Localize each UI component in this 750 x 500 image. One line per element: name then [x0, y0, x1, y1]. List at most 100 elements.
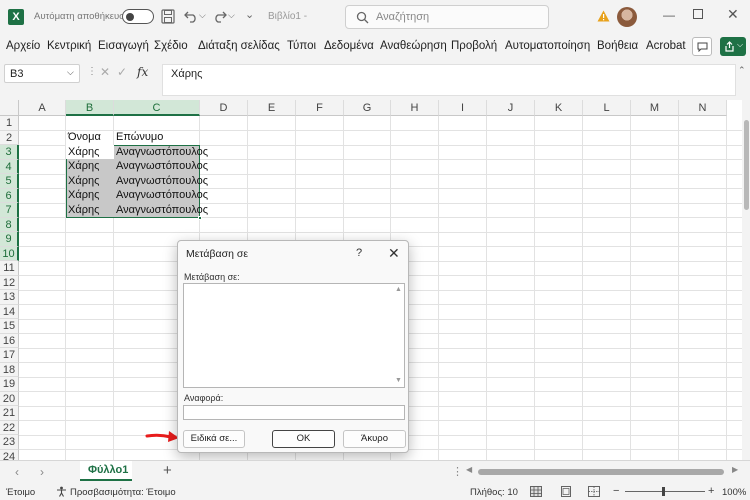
vertical-scrollbar[interactable] [742, 100, 750, 460]
column-header[interactable]: H [391, 100, 439, 116]
row-header[interactable]: 2 [0, 130, 19, 145]
row-header[interactable]: 16 [0, 333, 19, 348]
column-header[interactable]: M [631, 100, 679, 116]
tab-review[interactable]: Αναθεώρηση [380, 40, 447, 52]
undo-icon[interactable] [183, 9, 199, 23]
insert-function-icon[interactable]: fx [137, 65, 148, 79]
customize-toolbar-icon[interactable]: ⌄ [245, 8, 254, 21]
ok-button[interactable]: OK [272, 430, 335, 448]
close-window-icon[interactable]: ✕ [727, 6, 739, 23]
row-header[interactable]: 18 [0, 362, 19, 377]
scroll-right-icon[interactable]: ▶ [732, 465, 738, 474]
column-header[interactable]: N [679, 100, 727, 116]
zoom-in-icon[interactable]: + [708, 485, 714, 497]
cell-first-name[interactable]: Χάρης [66, 188, 99, 203]
row-header[interactable]: 15 [0, 319, 19, 334]
scroll-up-icon[interactable]: ▲ [395, 286, 402, 293]
tab-help[interactable]: Βοήθεια [597, 40, 638, 52]
formula-input[interactable]: Χάρης [162, 64, 736, 96]
cell-last-name[interactable]: Αναγνωστόπουλος [114, 188, 208, 203]
row-header[interactable]: 19 [0, 377, 19, 392]
column-header[interactable]: E [248, 100, 296, 116]
special-button[interactable]: Ειδικά σε... [183, 430, 245, 448]
row-header[interactable]: 14 [0, 304, 19, 319]
row-header[interactable]: 8 [0, 217, 19, 232]
row-header[interactable]: 24 [0, 449, 19, 460]
page-break-preview-icon[interactable] [588, 486, 600, 497]
row-header[interactable]: 6 [0, 188, 19, 203]
column-header[interactable]: F [296, 100, 344, 116]
sheet-tab-active[interactable]: Φύλλο1 [80, 461, 132, 481]
close-dialog-icon[interactable]: ✕ [388, 245, 400, 262]
reference-input[interactable] [183, 405, 405, 420]
zoom-level[interactable]: 100% [722, 487, 746, 498]
tab-view[interactable]: Προβολή [451, 40, 497, 52]
user-avatar[interactable] [617, 7, 637, 27]
cell-first-name[interactable]: Χάρης [66, 159, 99, 174]
cell-first-name[interactable]: Χάρης [66, 174, 99, 189]
tab-data[interactable]: Δεδομένα [324, 40, 374, 52]
horizontal-scrollbar[interactable] [478, 469, 724, 475]
scroll-down-icon[interactable]: ▼ [395, 377, 402, 384]
row-header[interactable]: 17 [0, 348, 19, 363]
row-header[interactable]: 22 [0, 420, 19, 435]
tab-home[interactable]: Κεντρική [47, 40, 91, 52]
warning-icon[interactable] [597, 10, 610, 22]
normal-view-icon[interactable] [530, 486, 542, 497]
column-header[interactable]: C [114, 100, 200, 116]
tab-page-layout[interactable]: Διάταξη σελίδας [198, 40, 280, 52]
row-header[interactable]: 10 [0, 246, 19, 261]
cell-last-name[interactable]: Αναγνωστόπουλος [114, 174, 208, 189]
row-header[interactable]: 20 [0, 391, 19, 406]
status-accessibility[interactable]: Προσβασιμότητα: Έτοιμο [70, 487, 176, 498]
column-header[interactable]: G [344, 100, 391, 116]
cell-first-name[interactable]: Χάρης [66, 203, 99, 218]
tab-acrobat[interactable]: Acrobat [646, 40, 686, 52]
column-header[interactable]: K [535, 100, 583, 116]
zoom-slider-thumb[interactable] [662, 487, 665, 496]
tab-automate[interactable]: Αυτοματοποίηση [505, 40, 590, 52]
cancel-button[interactable]: Άκυρο [343, 430, 406, 448]
tab-draw[interactable]: Σχέδιο [154, 40, 188, 52]
tab-insert[interactable]: Εισαγωγή [98, 40, 149, 52]
cell-first-name[interactable]: Χάρης [66, 145, 99, 160]
column-header[interactable]: A [19, 100, 66, 116]
next-sheet-icon[interactable]: › [40, 465, 44, 479]
cancel-entry-icon[interactable]: ✕ [100, 65, 110, 79]
row-header[interactable]: 7 [0, 203, 19, 218]
column-header[interactable]: L [583, 100, 631, 116]
search-box[interactable]: Αναζήτηση [345, 5, 549, 29]
goto-list[interactable]: ▲ ▼ [183, 283, 405, 388]
name-box[interactable]: B3 ⌵ [4, 64, 80, 83]
tab-formulas[interactable]: Τύποι [287, 40, 316, 52]
prev-sheet-icon[interactable]: ‹ [15, 465, 19, 479]
minimize-icon[interactable]: — [663, 8, 675, 22]
more-options-icon[interactable]: ⋮ [87, 66, 97, 77]
tab-split-handle-icon[interactable]: ⋮ [452, 465, 463, 478]
page-layout-icon[interactable] [560, 486, 572, 497]
row-header[interactable]: 4 [0, 159, 19, 174]
autosave-toggle[interactable] [122, 9, 154, 24]
accessibility-icon[interactable] [56, 486, 67, 497]
column-header[interactable]: I [439, 100, 487, 116]
row-header[interactable]: 11 [0, 261, 19, 276]
row-header[interactable]: 3 [0, 145, 19, 160]
collapse-formula-bar-icon[interactable]: ⌃ [738, 65, 746, 76]
confirm-entry-icon[interactable]: ✓ [117, 65, 127, 79]
save-icon[interactable] [161, 9, 175, 24]
maximize-icon[interactable] [693, 9, 703, 19]
column-header[interactable]: D [200, 100, 248, 116]
zoom-out-icon[interactable]: − [613, 485, 619, 497]
cell-last-name[interactable]: Αναγνωστόπουλος [114, 159, 208, 174]
column-header[interactable]: B [66, 100, 114, 116]
tab-file[interactable]: Αρχείο [6, 40, 40, 52]
redo-icon[interactable] [212, 9, 228, 23]
row-header[interactable]: 13 [0, 290, 19, 305]
share-button[interactable]: ⌵ [720, 37, 746, 56]
redo-dropdown-icon[interactable]: ⌵ [228, 10, 235, 21]
zoom-slider[interactable] [625, 487, 705, 496]
column-header[interactable]: J [487, 100, 535, 116]
row-header[interactable]: 23 [0, 435, 19, 450]
help-button[interactable]: ? [356, 247, 362, 259]
name-box-dropdown-icon[interactable]: ⌵ [67, 67, 74, 78]
